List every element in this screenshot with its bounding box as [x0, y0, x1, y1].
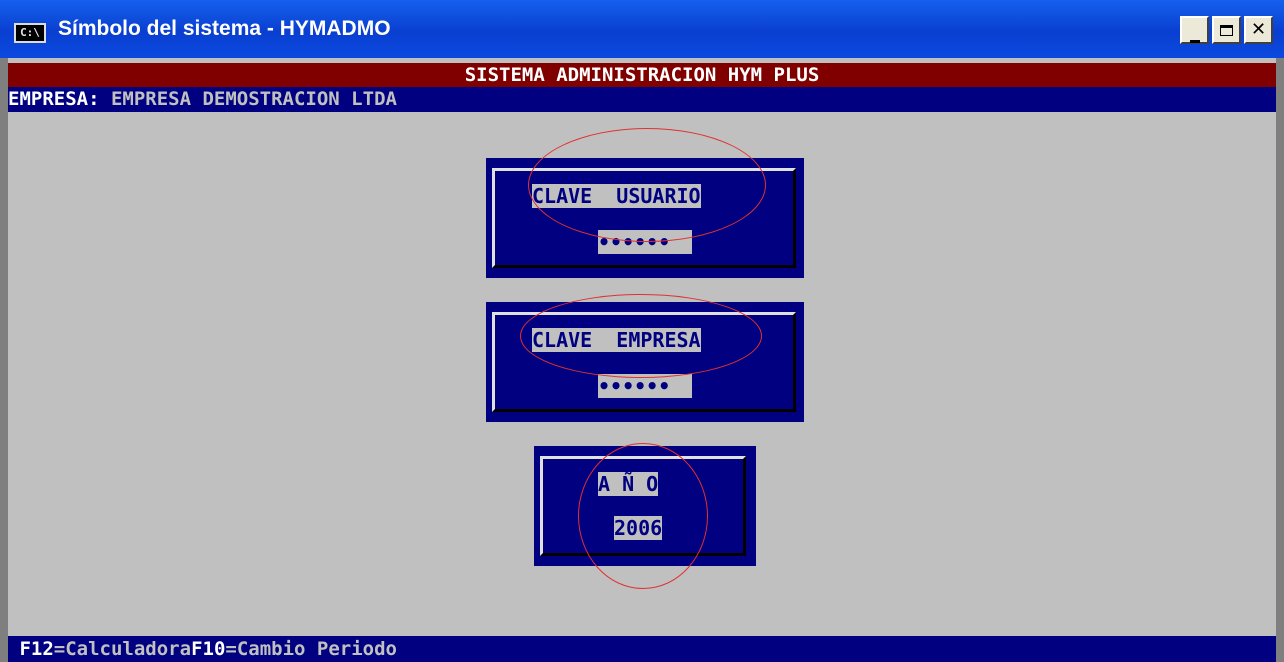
- annotation-ellipse-company: [520, 294, 762, 378]
- console-icon: C:\: [14, 23, 46, 43]
- annotation-ellipse-user: [528, 128, 766, 242]
- window-title-bar[interactable]: C:\ Símbolo del sistema - HYMADMO ✕: [0, 0, 1284, 58]
- f12-action: =Calculadora: [53, 638, 192, 660]
- f10-action: =Cambio Periodo: [225, 638, 397, 660]
- company-label: EMPRESA:: [8, 88, 100, 110]
- close-icon: ✕: [1250, 19, 1267, 40]
- maximize-button[interactable]: [1212, 16, 1241, 44]
- function-key-bar: F12=CalculadoraF10=Cambio Periodo: [8, 636, 1276, 662]
- company-name: EMPRESA DEMOSTRACION LTDA: [110, 88, 397, 110]
- company-line: EMPRESA: EMPRESA DEMOSTRACION LTDA: [8, 87, 1276, 112]
- f10-key: F10: [191, 638, 226, 660]
- close-button[interactable]: ✕: [1244, 16, 1273, 44]
- annotation-ellipse-year: [578, 443, 708, 589]
- f12-key: F12: [19, 638, 54, 660]
- minimize-icon: [1189, 40, 1200, 43]
- minimize-button[interactable]: [1180, 16, 1209, 44]
- system-title: SISTEMA ADMINISTRACION HYM PLUS: [8, 63, 1276, 87]
- window-title: Símbolo del sistema - HYMADMO: [58, 17, 391, 40]
- maximize-icon: [1220, 25, 1233, 36]
